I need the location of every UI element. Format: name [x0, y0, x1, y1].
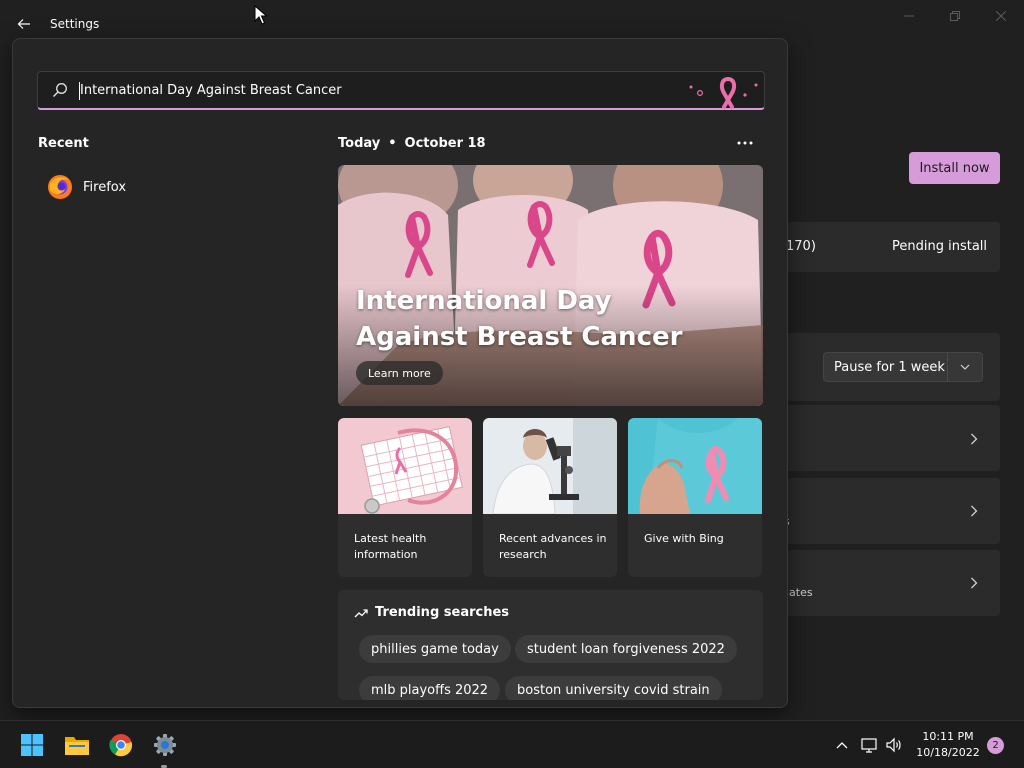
- minimize-button[interactable]: [886, 4, 932, 28]
- tile-caption: Give with Bing: [644, 532, 724, 545]
- recent-heading: Recent: [38, 136, 89, 151]
- chevron-right-icon: [968, 576, 980, 590]
- trending-heading: Trending searches: [354, 605, 509, 620]
- minimize-icon: [904, 15, 914, 17]
- learn-more-button[interactable]: Learn more: [356, 361, 443, 385]
- trending-chip[interactable]: phillies game today: [359, 635, 511, 663]
- close-icon: [996, 11, 1006, 21]
- trending-chip[interactable]: mlb playoffs 2022: [359, 676, 501, 700]
- trending-searches-panel: Trending searches phillies game today st…: [338, 590, 763, 700]
- calendar-stethoscope-image: [338, 418, 472, 514]
- speaker-icon: [886, 737, 901, 753]
- settings-app-button[interactable]: [151, 731, 179, 759]
- taskbar: 10:11 PM 10/18/2022 2: [0, 720, 1024, 768]
- chevron-right-icon: [968, 504, 980, 518]
- network-icon: [861, 738, 877, 753]
- chevron-down-icon: [948, 364, 982, 370]
- hero-card[interactable]: International Day Against Breast Cancer …: [338, 165, 763, 406]
- more-dots-icon: [737, 141, 753, 145]
- tile-give-with-bing[interactable]: Give with Bing: [628, 418, 762, 577]
- trending-chip[interactable]: boston university covid strain: [505, 676, 722, 700]
- pause-duration-select[interactable]: Pause for 1 week: [823, 352, 983, 382]
- install-now-button[interactable]: Install now: [909, 152, 1000, 184]
- chevron-up-icon: [836, 742, 848, 749]
- today-heading: Today • October 18: [338, 136, 486, 151]
- ribbon-hands-image: [628, 418, 762, 514]
- trending-heading-label: Trending searches: [375, 605, 510, 620]
- more-options-button[interactable]: [731, 133, 759, 153]
- window-title: Settings: [50, 17, 100, 31]
- start-button[interactable]: [18, 731, 46, 759]
- update-name: 170): [786, 239, 816, 254]
- notification-badge[interactable]: 2: [987, 737, 1004, 754]
- search-icon: [53, 83, 67, 97]
- recent-item-firefox[interactable]: Firefox: [47, 172, 247, 202]
- trending-chip[interactable]: student loan forgiveness 2022: [515, 635, 737, 663]
- search-input[interactable]: International Day Against Breast Cancer: [80, 83, 342, 98]
- settings-card-insider[interactable]: lates: [760, 550, 1000, 616]
- firefox-icon: [48, 175, 72, 199]
- file-explorer-button[interactable]: [63, 731, 91, 759]
- trending-arrow-icon: [354, 608, 368, 617]
- tile-health-info[interactable]: Latest health information: [338, 418, 472, 577]
- tile-research[interactable]: Recent advances in research: [483, 418, 617, 577]
- chrome-button[interactable]: [107, 731, 135, 759]
- mouse-cursor-icon: [254, 5, 268, 25]
- pink-ribbon-icon: [689, 76, 758, 109]
- settings-card-history[interactable]: [760, 405, 1000, 471]
- folder-icon: [65, 737, 89, 755]
- network-button[interactable]: [860, 735, 880, 755]
- today-label: Today: [338, 136, 381, 151]
- clock-time: 10:11 PM: [922, 730, 974, 743]
- clock-date: 10/18/2022: [916, 746, 980, 759]
- update-card: 170) Pending install: [760, 222, 1000, 272]
- show-hidden-icons-button[interactable]: [832, 735, 852, 755]
- card-subtext: lates: [786, 586, 813, 599]
- search-box[interactable]: International Day Against Breast Cancer: [37, 71, 765, 110]
- tile-caption: Recent advances in research: [499, 532, 607, 561]
- hero-title: International Day Against Breast Cancer: [356, 286, 683, 352]
- search-flyout: International Day Against Breast Cancer …: [12, 38, 788, 708]
- close-button[interactable]: [978, 4, 1024, 28]
- today-date: October 18: [404, 136, 486, 151]
- microscope-research-image: [483, 418, 617, 514]
- volume-button[interactable]: [884, 735, 904, 755]
- system-clock[interactable]: 10:11 PM 10/18/2022: [912, 729, 984, 761]
- chevron-right-icon: [968, 432, 980, 446]
- title-bar: Settings: [0, 0, 1024, 40]
- windows-logo-icon: [21, 734, 43, 756]
- pause-select-value: Pause for 1 week: [834, 359, 945, 375]
- back-button[interactable]: [12, 12, 36, 36]
- recent-item-label: Firefox: [83, 179, 127, 195]
- back-arrow-icon: [17, 19, 30, 29]
- gear-icon: [154, 734, 176, 756]
- tile-caption: Latest health information: [354, 532, 427, 561]
- settings-card-advanced[interactable]: s: [760, 478, 1000, 544]
- chrome-icon: [109, 734, 133, 757]
- update-status: Pending install: [892, 239, 988, 254]
- restore-icon: [950, 11, 960, 21]
- maximize-button[interactable]: [932, 4, 978, 28]
